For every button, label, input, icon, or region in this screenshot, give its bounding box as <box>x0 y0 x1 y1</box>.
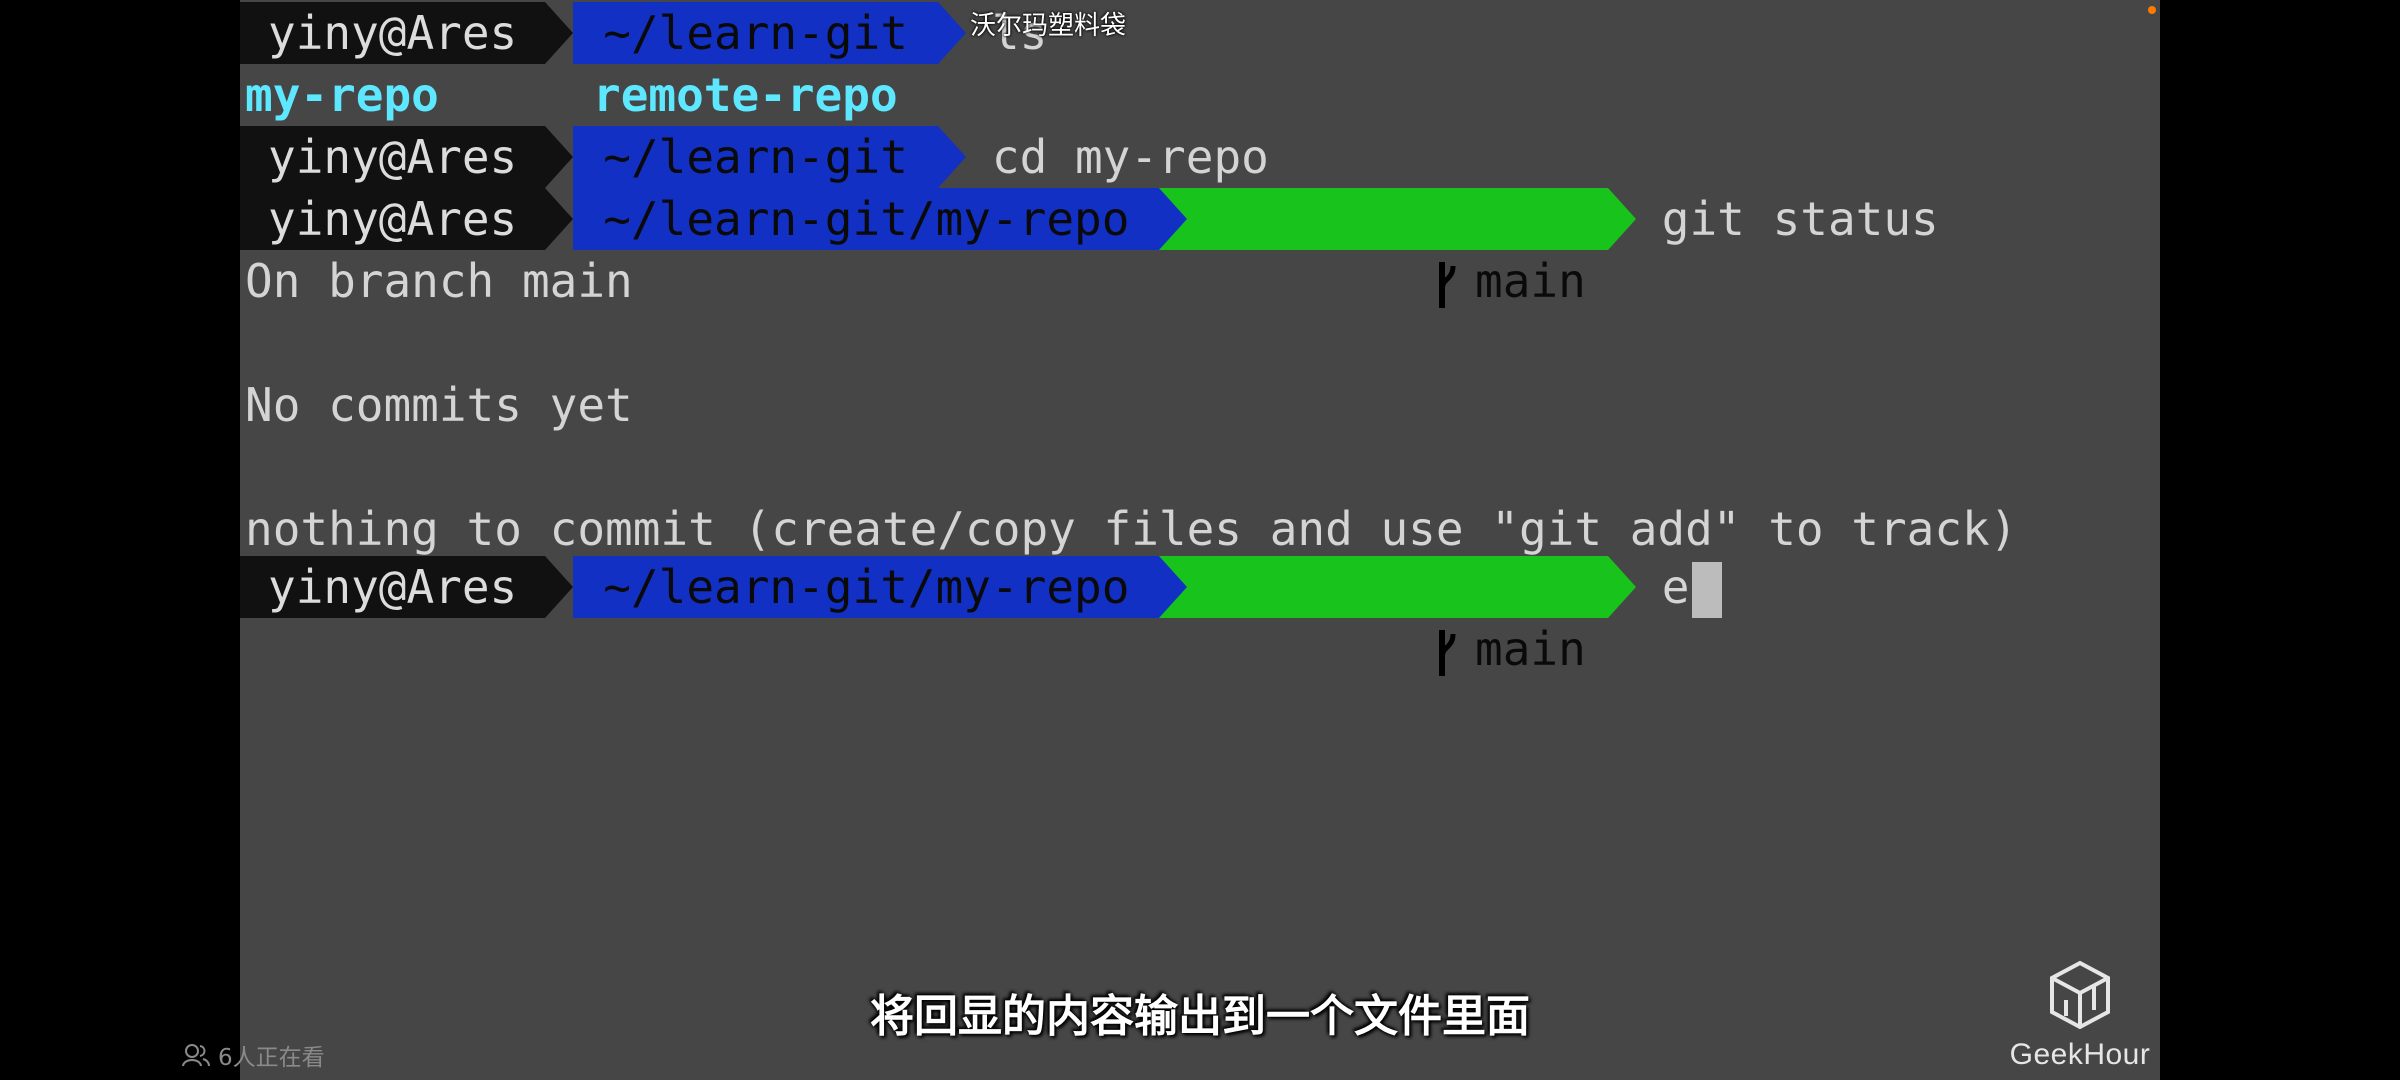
prompt-line: yiny@Ares ~/learn-git ls <box>240 2 1047 64</box>
typed-text: e <box>1661 559 1690 614</box>
prompt-separator <box>1159 556 1188 618</box>
prompt-user: yiny@Ares <box>240 188 546 250</box>
output-line: nothing to commit (create/copy files and… <box>245 502 2018 556</box>
danmaku-comment: 沃尔玛塑料袋 <box>970 11 1127 41</box>
prompt-separator <box>545 556 574 618</box>
git-branch-icon <box>1439 261 1456 308</box>
text-cursor <box>1691 562 1722 619</box>
viewer-count: 6人正在看 <box>182 1038 325 1072</box>
command-input[interactable]: e <box>1636 556 1722 619</box>
geekhour-logo-icon <box>2050 960 2110 1030</box>
prompt-line: yiny@Ares ~/learn-git/my-repo main git s… <box>240 188 1939 308</box>
prompt-separator <box>1607 556 1636 618</box>
prompt-separator <box>1159 188 1188 250</box>
terminal-window[interactable]: yiny@Ares ~/learn-git ls my-repo remote-… <box>240 0 2160 1080</box>
prompt-separator <box>545 188 574 250</box>
prompt-line-current[interactable]: yiny@Ares ~/learn-git/my-repo main e <box>240 556 1722 676</box>
prompt-separator <box>937 2 966 64</box>
logo-text: GeekHour <box>2009 1038 2151 1071</box>
prompt-command: cd my-repo <box>991 130 1269 184</box>
git-branch-icon <box>1439 629 1456 676</box>
prompt-path: ~/learn-git <box>573 2 938 64</box>
prompt-path: ~/learn-git/my-repo <box>573 188 1160 250</box>
prompt-separator <box>1607 188 1636 250</box>
prompt-command: git status <box>1661 192 1939 246</box>
prompt-git-branch: main <box>1187 556 1608 676</box>
prompt-user: yiny@Ares <box>240 556 546 618</box>
branch-name: main <box>1475 254 1586 308</box>
viewer-count-text: 6人正在看 <box>218 1045 325 1071</box>
prompt-path: ~/learn-git <box>573 126 938 188</box>
viewers-icon <box>182 1044 210 1067</box>
prompt-line: yiny@Ares ~/learn-git cd my-repo <box>240 126 1269 188</box>
directory-entry: remote-repo <box>593 68 898 122</box>
prompt-git-branch: main <box>1187 188 1608 308</box>
branch-name: main <box>1475 622 1586 676</box>
status-dot <box>2148 6 2156 14</box>
prompt-separator <box>937 126 966 188</box>
output-line: No commits yet <box>245 378 633 432</box>
output-line: On branch main <box>245 254 633 308</box>
prompt-path: ~/learn-git/my-repo <box>573 556 1160 618</box>
prompt-separator <box>545 126 574 188</box>
prompt-user: yiny@Ares <box>240 2 546 64</box>
prompt-user: yiny@Ares <box>240 126 546 188</box>
prompt-separator <box>545 2 574 64</box>
channel-logo: GeekHour <box>2000 960 2160 1072</box>
directory-entry: my-repo <box>245 68 439 122</box>
